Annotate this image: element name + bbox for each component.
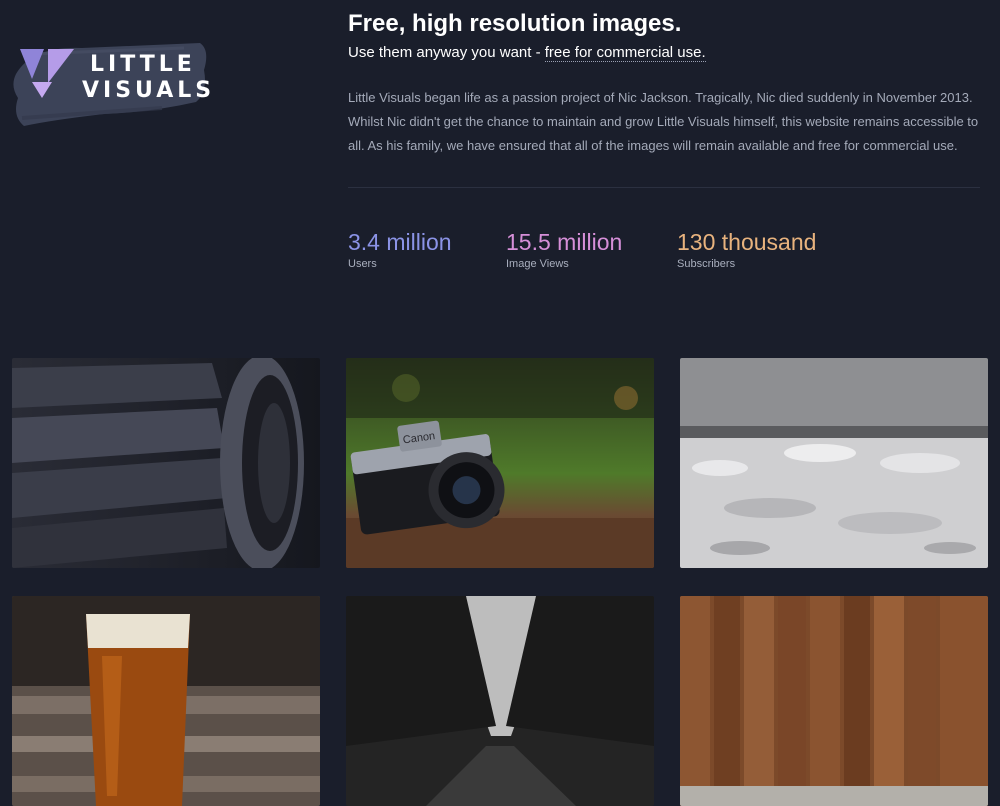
beer-photo (12, 596, 320, 806)
sub-headline: Use them anyway you want - free for comm… (348, 44, 706, 62)
photo-tile-icy-beach[interactable] (680, 358, 988, 568)
turbine-photo (12, 358, 320, 568)
bio-paragraph: Little Visuals began life as a passion p… (348, 90, 979, 153)
stat-value: 3.4 million (348, 229, 452, 255)
sub-headline-text: Use them anyway you want - (348, 44, 545, 61)
stat-value: 130 thousand (677, 229, 817, 255)
page-headline: Free, high resolution images. (348, 10, 682, 37)
stat-value: 15.5 million (506, 229, 623, 255)
icy-beach-photo (680, 358, 988, 568)
stat-label: Image Views (506, 258, 569, 270)
stat-subscribers: 130 thousand Subscribers (677, 228, 816, 270)
logo-text-visuals: VISUALS (82, 78, 216, 103)
wood-planks-photo (680, 596, 988, 806)
photo-tile-camera[interactable]: Canon (346, 358, 654, 568)
stat-users: 3.4 million Users (348, 228, 452, 270)
forest-path-photo (346, 596, 654, 806)
stat-image-views: 15.5 million Image Views (506, 228, 622, 270)
site-logo[interactable]: LITTLE VISUALS (12, 40, 212, 130)
camera-photo: Canon (346, 358, 654, 568)
photo-tile-wood-planks[interactable] (680, 596, 988, 806)
commercial-use-link[interactable]: free for commercial use. (544, 44, 706, 62)
photo-tile-turbine[interactable] (12, 358, 320, 568)
triangle-logo-icon (20, 49, 74, 98)
stat-label: Users (348, 258, 377, 270)
photo-tile-beer[interactable] (12, 596, 320, 806)
divider (348, 187, 980, 188)
logo-text-little: LITTLE (90, 52, 196, 77)
photo-tile-forest-path[interactable] (346, 596, 654, 806)
stat-label: Subscribers (677, 258, 736, 270)
